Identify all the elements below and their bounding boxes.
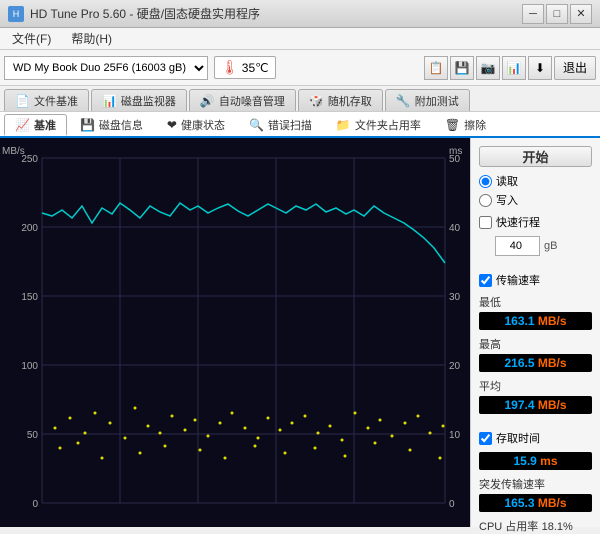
subtab-folder-usage[interactable]: 📁 文件夹占用率 — [325, 114, 432, 136]
subtab-error-scan[interactable]: 🔍 错误扫描 — [238, 114, 323, 136]
maximize-button[interactable]: □ — [546, 4, 568, 24]
svg-text:100: 100 — [21, 361, 38, 372]
svg-text:0: 0 — [449, 499, 455, 510]
quick-test-value-row: gB — [495, 236, 592, 256]
tab-disk-monitor[interactable]: 📊 磁盘监视器 — [91, 89, 187, 111]
quick-test-checkbox-label[interactable]: 快速行程 — [479, 214, 592, 230]
subtab-icon-diskinfo: 💾 — [80, 118, 95, 132]
title-bar-buttons: ─ □ ✕ — [522, 4, 592, 24]
toolbar: WD My Book Duo 25F6 (16003 gB) 🌡 35℃ 📋 💾… — [0, 50, 600, 86]
max-value-box: 216.5 MB/s — [479, 354, 592, 372]
write-radio-label[interactable]: 写入 — [479, 192, 592, 208]
write-radio[interactable] — [479, 194, 492, 207]
start-button[interactable]: 开始 — [479, 146, 592, 167]
read-write-group: 读取 写入 — [479, 173, 592, 208]
max-unit: MB/s — [538, 356, 567, 370]
title-text: HD Tune Pro 5.60 - 硬盘/固态硬盘实用程序 — [30, 5, 260, 22]
svg-text:0: 0 — [32, 499, 38, 510]
cpu-label: CPU 占用率 — [479, 521, 538, 533]
svg-text:40: 40 — [449, 223, 461, 234]
max-stat: 最高 216.5 MB/s — [479, 336, 592, 372]
svg-text:MB/s: MB/s — [2, 146, 25, 157]
subtab-disk-info[interactable]: 💾 磁盘信息 — [69, 114, 154, 136]
svg-text:10: 10 — [449, 430, 461, 441]
menu-bar: 文件(F) 帮助(H) — [0, 28, 600, 50]
sidebar: 开始 读取 写入 快速行程 gB 传输速率 最低 — [470, 138, 600, 527]
avg-stat: 平均 197.4 MB/s — [479, 378, 592, 414]
burst-rate-unit: MB/s — [538, 496, 567, 510]
access-time-value-box: 15.9 ms — [479, 452, 592, 470]
thermometer-icon: 🌡 — [221, 59, 239, 76]
avg-unit: MB/s — [538, 398, 567, 412]
svg-text:ms: ms — [449, 146, 462, 157]
tab-extra-tests[interactable]: 🔧 附加测试 — [385, 89, 470, 111]
tab-icon-file: 📄 — [15, 94, 30, 108]
transfer-rate-checkbox[interactable] — [479, 274, 492, 287]
exit-button[interactable]: 退出 — [554, 56, 596, 80]
min-value-box: 163.1 MB/s — [479, 312, 592, 330]
menu-help[interactable]: 帮助(H) — [63, 28, 120, 49]
tab-icon-sound: 🔊 — [200, 94, 215, 108]
transfer-rate-checkbox-label[interactable]: 传输速率 — [479, 272, 592, 288]
subtab-benchmark[interactable]: 📈 基准 — [4, 114, 67, 136]
min-label: 最低 — [479, 294, 592, 310]
toolbar-icon-2[interactable]: 💾 — [450, 56, 474, 80]
main-content: 250 200 150 100 50 0 MB/s 50 40 30 20 10… — [0, 138, 600, 527]
app-icon: H — [8, 6, 24, 22]
temperature-badge: 🌡 35℃ — [214, 56, 276, 79]
access-time-checkbox-label[interactable]: 存取时间 — [479, 430, 592, 446]
min-stat: 最低 163.1 MB/s — [479, 294, 592, 330]
subtab-health[interactable]: ❤ 健康状态 — [156, 114, 236, 136]
toolbar-icon-4[interactable]: 📊 — [502, 56, 526, 80]
tab-icon-random: 🎲 — [309, 94, 324, 108]
toolbar-icon-3[interactable]: 📷 — [476, 56, 500, 80]
svg-text:20: 20 — [449, 361, 461, 372]
tab-random-access[interactable]: 🎲 随机存取 — [298, 89, 383, 111]
svg-text:200: 200 — [21, 223, 38, 234]
menu-file[interactable]: 文件(F) — [4, 28, 59, 49]
subtab-icon-error: 🔍 — [249, 118, 264, 132]
quick-test-input[interactable] — [495, 236, 540, 256]
svg-text:150: 150 — [21, 292, 38, 303]
toolbar-icon-5[interactable]: ⬇ — [528, 56, 552, 80]
cpu-value: 18.1% — [542, 521, 573, 533]
svg-text:50: 50 — [27, 430, 39, 441]
minimize-button[interactable]: ─ — [522, 4, 544, 24]
toolbar-icon-1[interactable]: 📋 — [424, 56, 448, 80]
tabs-row2: 📈 基准 💾 磁盘信息 ❤ 健康状态 🔍 错误扫描 📁 文件夹占用率 🗑 擦除 — [0, 112, 600, 138]
cpu-usage-row: CPU 占用率 18.1% — [479, 518, 592, 534]
tab-icon-monitor: 📊 — [102, 94, 117, 108]
subtab-erase[interactable]: 🗑 擦除 — [434, 114, 497, 136]
temperature-value: 35℃ — [242, 61, 269, 75]
svg-text:30: 30 — [449, 292, 461, 303]
close-button[interactable]: ✕ — [570, 4, 592, 24]
subtab-icon-erase: 🗑 — [445, 118, 460, 132]
tab-icon-extra: 🔧 — [396, 94, 411, 108]
tab-file-benchmark[interactable]: 📄 文件基准 — [4, 89, 89, 111]
chart-area: 250 200 150 100 50 0 MB/s 50 40 30 20 10… — [0, 138, 470, 527]
subtab-icon-health: ❤ — [167, 118, 177, 132]
max-label: 最高 — [479, 336, 592, 352]
avg-value-box: 197.4 MB/s — [479, 396, 592, 414]
subtab-icon-folder: 📁 — [336, 118, 351, 132]
title-bar: H HD Tune Pro 5.60 - 硬盘/固态硬盘实用程序 ─ □ ✕ — [0, 0, 600, 28]
access-time-unit: ms — [540, 454, 557, 468]
tab-noise-mgmt[interactable]: 🔊 自动噪音管理 — [189, 89, 296, 111]
quick-test-unit: gB — [544, 240, 557, 252]
min-unit: MB/s — [538, 314, 567, 328]
read-radio-label[interactable]: 读取 — [479, 173, 592, 189]
device-select[interactable]: WD My Book Duo 25F6 (16003 gB) — [4, 56, 208, 80]
title-bar-left: H HD Tune Pro 5.60 - 硬盘/固态硬盘实用程序 — [8, 5, 260, 22]
toolbar-icons: 📋 💾 📷 📊 ⬇ 退出 — [424, 56, 596, 80]
subtab-icon-benchmark: 📈 — [15, 118, 30, 132]
access-time-checkbox[interactable] — [479, 432, 492, 445]
burst-rate-value-box: 165.3 MB/s — [479, 494, 592, 512]
benchmark-chart: 250 200 150 100 50 0 MB/s 50 40 30 20 10… — [0, 138, 470, 527]
tabs-row1: 📄 文件基准 📊 磁盘监视器 🔊 自动噪音管理 🎲 随机存取 🔧 附加测试 — [0, 86, 600, 112]
avg-label: 平均 — [479, 378, 592, 394]
read-radio[interactable] — [479, 175, 492, 188]
quick-test-checkbox[interactable] — [479, 216, 492, 229]
burst-rate-stat: 突发传输速率 165.3 MB/s — [479, 476, 592, 512]
burst-rate-label: 突发传输速率 — [479, 476, 592, 492]
